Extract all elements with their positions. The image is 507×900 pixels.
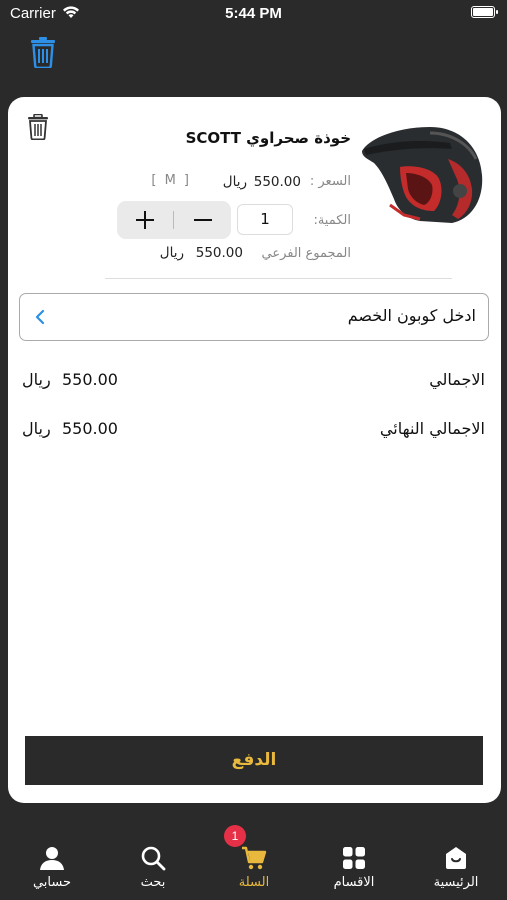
price-currency: ريال xyxy=(222,174,247,190)
status-bar: Carrier 5:44 PM xyxy=(0,0,507,28)
tab-categories-label: الاقسام xyxy=(333,875,375,890)
tab-home-label: الرئيسية xyxy=(433,875,479,890)
cart-card: خوذة صحراوي SCOTT السعر : 550.00 ريال [ … xyxy=(8,97,501,803)
quantity-field[interactable]: 1 xyxy=(237,204,293,235)
total-label: الاجمالي xyxy=(429,370,485,389)
tab-cart[interactable]: السلة xyxy=(204,830,304,900)
product-title: خوذة صحراوي SCOTT xyxy=(185,129,351,147)
price-value: 550.00 xyxy=(253,174,301,190)
final-total-currency: ريال xyxy=(22,419,51,438)
tab-categories[interactable]: الاقسام xyxy=(304,830,404,900)
chevron-left-icon xyxy=(35,309,45,325)
divider xyxy=(105,278,452,279)
quantity-label: الكمية: xyxy=(313,213,351,228)
stepper-separator xyxy=(173,211,174,229)
battery-icon xyxy=(471,6,498,18)
subtotal-value: 550.00 xyxy=(195,245,243,261)
cart-icon xyxy=(242,846,267,870)
subtotal-currency: ريال xyxy=(159,245,184,261)
product-image-helmet xyxy=(362,127,483,223)
tab-profile[interactable]: حسابي xyxy=(2,830,102,900)
tab-home[interactable]: الرئيسية xyxy=(406,830,506,900)
minus-icon xyxy=(194,219,212,221)
cart-count-badge: 1 xyxy=(224,825,246,847)
search-icon xyxy=(141,846,166,871)
plus-icon-vertical xyxy=(144,211,146,229)
home-icon xyxy=(446,847,466,869)
quantity-stepper xyxy=(117,201,231,239)
remove-item-trash-icon[interactable] xyxy=(27,114,49,140)
total-currency: ريال xyxy=(22,370,51,389)
status-time: 5:44 PM xyxy=(225,5,282,22)
subtotal-label: المجموع الفرعي xyxy=(261,246,351,261)
tab-search-label: بحث xyxy=(140,875,166,890)
decrease-quantity-button[interactable] xyxy=(175,201,231,239)
coupon-field[interactable]: ادخل كوبون الخصم xyxy=(19,293,489,341)
clear-cart-trash-icon[interactable] xyxy=(30,36,56,68)
grid-icon xyxy=(343,847,365,869)
price-label: السعر : xyxy=(309,174,351,189)
increase-quantity-button[interactable] xyxy=(117,201,173,239)
tab-profile-label: حسابي xyxy=(32,875,72,890)
profile-icon xyxy=(40,847,64,870)
size-tag: [ M ] xyxy=(151,173,191,188)
coupon-placeholder: ادخل كوبون الخصم xyxy=(347,306,476,325)
final-total-value: 550.00 xyxy=(62,419,118,438)
bottom-tab-bar: الرئيسية الاقسام السلة بحث حسابي xyxy=(0,830,507,900)
total-value: 550.00 xyxy=(62,370,118,389)
tab-cart-label: السلة xyxy=(238,875,270,890)
tab-search[interactable]: بحث xyxy=(103,830,203,900)
pay-button[interactable]: الدفع xyxy=(25,736,483,785)
final-total-label: الاجمالي النهائي xyxy=(379,419,485,438)
